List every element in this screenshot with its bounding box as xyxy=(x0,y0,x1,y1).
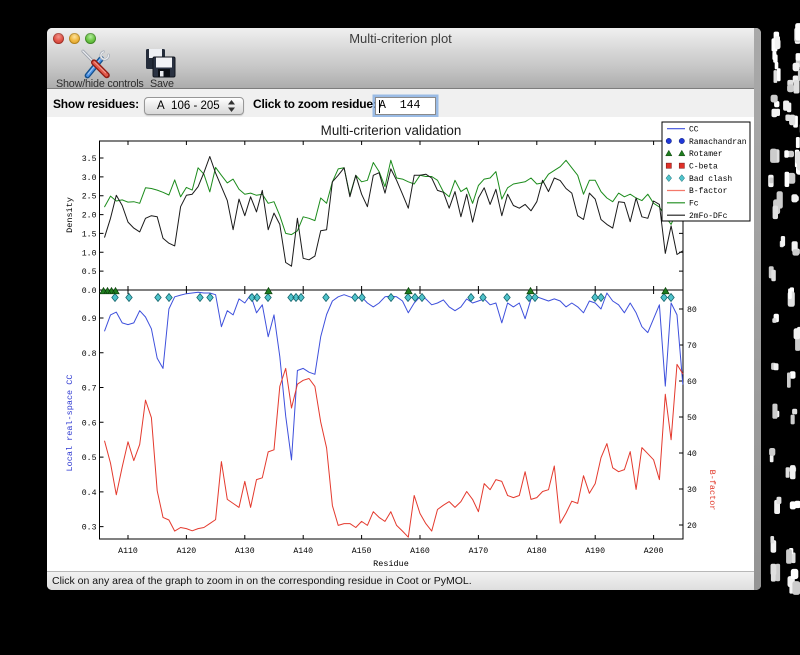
svg-text:0.5: 0.5 xyxy=(82,268,97,277)
svg-text:2.5: 2.5 xyxy=(82,193,97,202)
svg-text:0.6: 0.6 xyxy=(82,419,97,428)
svg-text:70: 70 xyxy=(687,342,697,351)
svg-text:A130: A130 xyxy=(235,547,255,556)
svg-text:Multi-criterion validation: Multi-criterion validation xyxy=(321,123,462,138)
svg-text:3.0: 3.0 xyxy=(82,174,97,183)
svg-text:20: 20 xyxy=(687,522,697,531)
svg-text:A140: A140 xyxy=(293,547,313,556)
svg-text:50: 50 xyxy=(687,414,697,423)
svg-text:0.8: 0.8 xyxy=(82,350,97,359)
svg-text:2.0: 2.0 xyxy=(82,212,97,221)
svg-text:B-factor: B-factor xyxy=(707,470,717,511)
svg-text:60: 60 xyxy=(687,378,697,387)
svg-text:0.5: 0.5 xyxy=(82,454,97,463)
svg-text:B-factor: B-factor xyxy=(689,187,728,196)
svg-text:A200: A200 xyxy=(644,547,664,556)
svg-text:Ramachandran: Ramachandran xyxy=(689,138,747,147)
svg-text:80: 80 xyxy=(687,306,697,315)
svg-text:0.7: 0.7 xyxy=(82,385,97,394)
svg-text:2mFo-DFc: 2mFo-DFc xyxy=(689,212,728,221)
svg-text:0.4: 0.4 xyxy=(82,489,97,498)
svg-text:1.5: 1.5 xyxy=(82,230,97,239)
svg-text:Bad clash: Bad clash xyxy=(689,175,732,184)
svg-text:A180: A180 xyxy=(527,547,547,556)
svg-text:CC: CC xyxy=(689,126,699,135)
svg-text:Density: Density xyxy=(65,197,75,233)
svg-text:40: 40 xyxy=(687,450,697,459)
svg-text:0.3: 0.3 xyxy=(82,524,97,533)
svg-text:Residue: Residue xyxy=(373,559,409,569)
svg-text:C-beta: C-beta xyxy=(689,163,718,172)
svg-text:Rotamer: Rotamer xyxy=(689,150,723,159)
svg-text:A170: A170 xyxy=(469,547,489,556)
svg-text:0.0: 0.0 xyxy=(82,287,97,296)
svg-text:A120: A120 xyxy=(177,547,197,556)
svg-text:0.9: 0.9 xyxy=(82,315,97,324)
svg-text:1.0: 1.0 xyxy=(82,249,97,258)
svg-text:Fc: Fc xyxy=(689,200,699,209)
svg-text:Local real-space CC: Local real-space CC xyxy=(65,375,75,472)
svg-text:30: 30 xyxy=(687,486,697,495)
svg-text:A190: A190 xyxy=(585,547,605,556)
svg-text:3.5: 3.5 xyxy=(82,155,97,164)
svg-text:A160: A160 xyxy=(410,547,430,556)
svg-text:A150: A150 xyxy=(352,547,372,556)
svg-text:A110: A110 xyxy=(118,547,138,556)
